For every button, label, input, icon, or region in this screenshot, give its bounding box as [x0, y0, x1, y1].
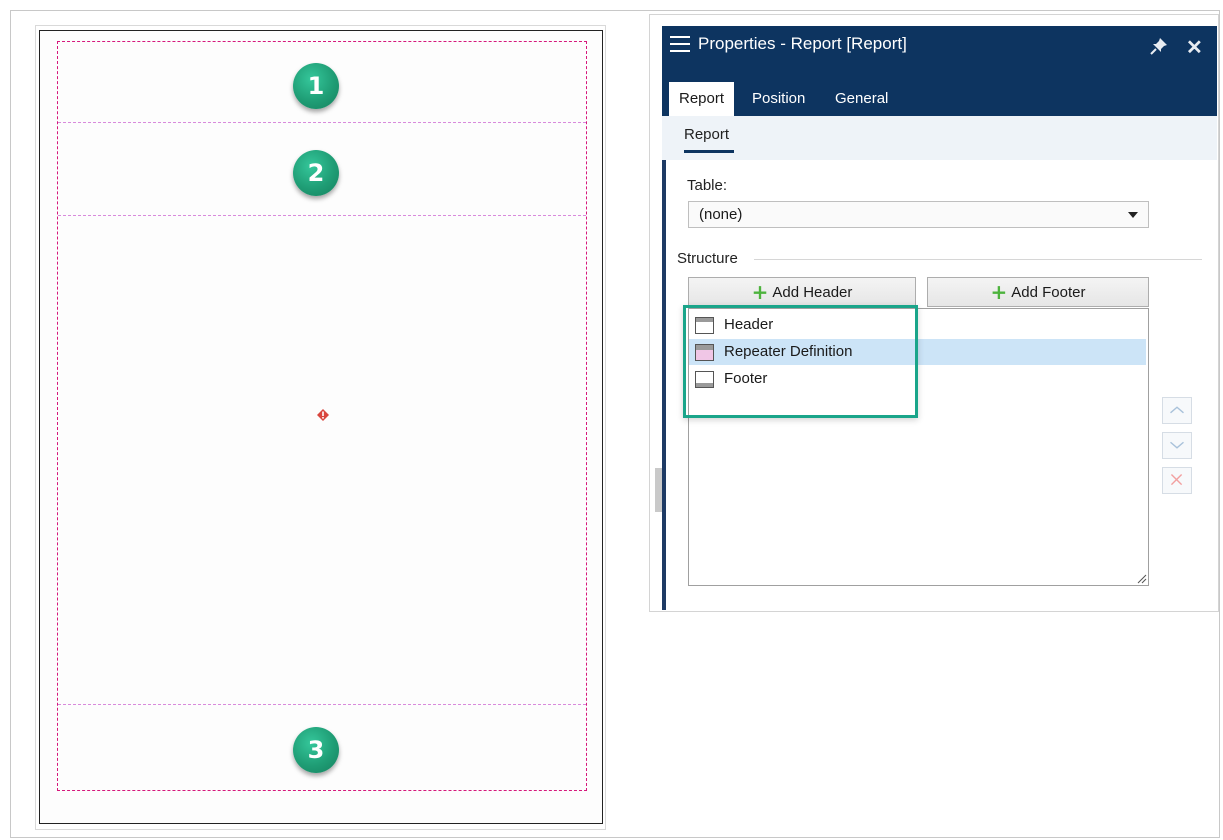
panel-title: Properties - Report [Report] [698, 34, 907, 53]
tab-position[interactable]: Position [752, 82, 805, 116]
table-select-value: (none) [699, 206, 743, 223]
footer-section-divider[interactable] [58, 704, 586, 705]
move-down-button[interactable] [1162, 432, 1192, 459]
add-footer-label: Add Footer [1011, 284, 1086, 301]
chevron-down-icon [1170, 441, 1184, 449]
chevron-up-icon [1170, 406, 1184, 414]
structure-group-divider [754, 259, 1202, 260]
table-label: Table: [687, 177, 728, 194]
table-select[interactable]: (none) [688, 201, 1149, 228]
header-section-divider[interactable] [58, 122, 586, 123]
close-icon[interactable]: ✕ [1186, 35, 1203, 60]
warning-icon[interactable] [317, 409, 329, 421]
subtab-active-indicator [684, 150, 734, 153]
plus-icon: + [751, 280, 769, 304]
add-header-button[interactable]: + Add Header [688, 277, 916, 307]
repeater-section-divider[interactable] [58, 215, 586, 216]
subtab-bar [662, 116, 1217, 160]
tab-general[interactable]: General [835, 82, 888, 116]
section-badge-3: 3 [293, 727, 339, 773]
panel-splitter[interactable] [655, 468, 662, 512]
chevron-down-icon [1128, 212, 1138, 218]
highlight-annotation [683, 305, 918, 418]
section-badge-2: 2 [293, 150, 339, 196]
delete-button[interactable] [1162, 467, 1192, 494]
structure-group-label: Structure [677, 250, 738, 267]
section-badge-1: 1 [293, 63, 339, 109]
move-up-button[interactable] [1162, 397, 1192, 424]
delete-x-icon [1170, 473, 1183, 486]
add-footer-button[interactable]: + Add Footer [927, 277, 1149, 307]
tab-report[interactable]: Report [669, 82, 735, 116]
add-header-label: Add Header [772, 284, 853, 301]
resize-grip-icon[interactable] [1135, 572, 1147, 584]
plus-icon: + [990, 280, 1008, 304]
subtab-report[interactable]: Report [684, 126, 729, 143]
pin-icon[interactable] [1150, 37, 1168, 55]
hamburger-menu-icon[interactable] [670, 36, 690, 54]
